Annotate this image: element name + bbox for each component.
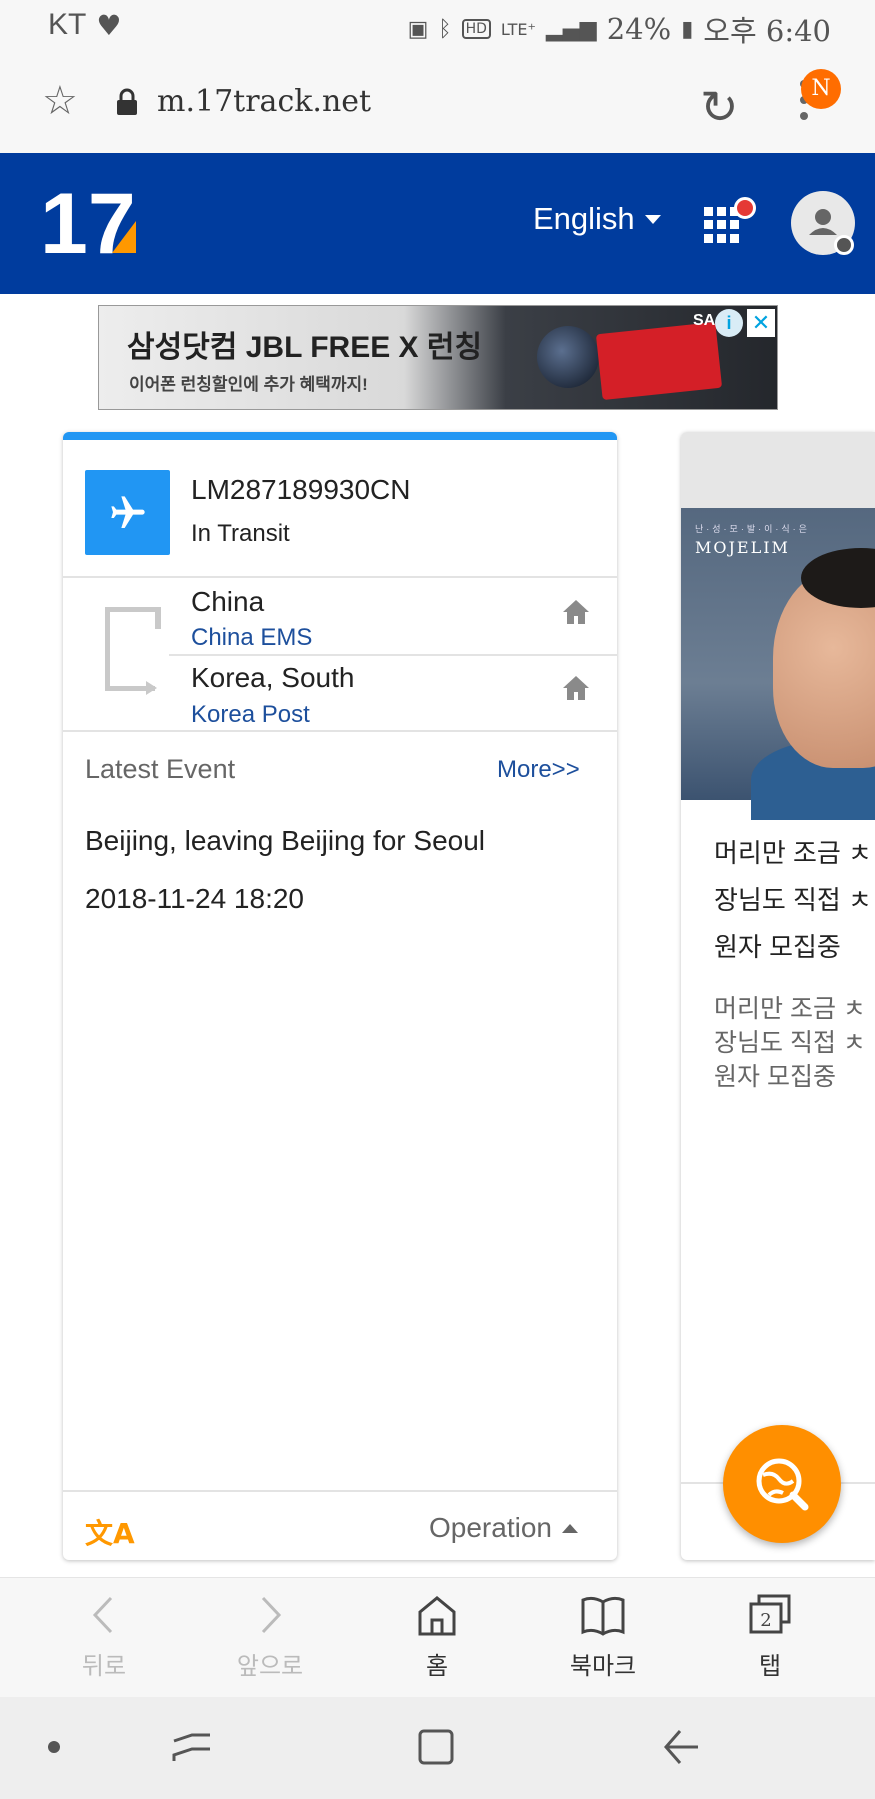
back-label: 뒤로: [81, 1653, 127, 1680]
side-ad-card[interactable]: 난·성·모·발·이·식·은 MOJELIM 머리만 조금 ㅊ 장님도 직접 ㅊ …: [681, 432, 875, 1560]
bluetooth-icon: ᛒ: [438, 16, 452, 42]
side-ad-topbar: [681, 432, 875, 508]
home-square-icon[interactable]: [414, 1725, 458, 1769]
tracking-status: In Transit: [191, 520, 290, 547]
ad-card-image: [595, 321, 723, 401]
back-button[interactable]: 뒤로: [44, 1590, 164, 1681]
operation-label: Operation: [429, 1512, 552, 1543]
chevron-left-icon: [92, 1596, 113, 1634]
earbud-image: [537, 326, 599, 388]
divider: [169, 654, 617, 656]
card-footer: 文A Operation: [63, 1490, 617, 1568]
side-ad-title: 머리만 조금 ㅊ 장님도 직접 ㅊ 원자 모집중: [714, 838, 872, 962]
browser-url-bar: ☆ m.17track.net ↻ N: [0, 52, 875, 153]
reload-icon[interactable]: ↻: [700, 80, 739, 134]
more-link[interactable]: More>>: [497, 756, 580, 784]
battery-percent: 24%: [606, 12, 672, 46]
side-ad-image: 난·성·모·발·이·식·은 MOJELIM: [681, 508, 875, 820]
carrier-label: KT: [48, 8, 87, 41]
side-ad-brand-small: 난·성·모·발·이·식·은: [695, 524, 810, 534]
search-globe-icon: [756, 1458, 809, 1511]
ad-banner[interactable]: 삼성닷컴 JBL FREE X 런칭 이어폰 런칭할인에 추가 혜택까지! SA…: [98, 305, 778, 410]
divider: [63, 730, 617, 732]
event-time: 2018-11-24 18:20: [85, 883, 304, 914]
divider: [63, 576, 617, 578]
side-ad-description: 머리만 조금 ㅊ 장님도 직접 ㅊ 원자 모집중: [714, 995, 866, 1091]
home-icon[interactable]: [561, 674, 591, 702]
home-label: 홈: [425, 1653, 449, 1680]
apps-notification-dot: [734, 197, 756, 219]
home-button[interactable]: 홈: [377, 1590, 497, 1681]
browser-bottom-nav: 뒤로 앞으로 홈 북마크 2 탭: [0, 1577, 875, 1697]
tabs-icon: 2: [749, 1594, 791, 1634]
forward-button[interactable]: 앞으로: [210, 1590, 330, 1681]
forward-label: 앞으로: [236, 1653, 304, 1680]
site-header: 17 English: [0, 153, 875, 294]
ad-info-icon[interactable]: i: [715, 309, 743, 337]
ad-subline: 이어폰 런칭할인에 추가 혜택까지!: [129, 375, 368, 394]
event-description: Beijing, leaving Beijing for Seoul: [85, 825, 486, 856]
home-icon[interactable]: [561, 598, 591, 626]
home-icon: [418, 1596, 456, 1636]
destination-carrier[interactable]: Korea Post: [191, 701, 310, 729]
url-address[interactable]: m.17track.net: [157, 84, 371, 119]
dot-icon: [48, 1741, 60, 1753]
tabs-label: 탭: [758, 1653, 782, 1680]
system-nav-bar: [0, 1697, 875, 1799]
battery-icon: ▮: [681, 16, 694, 42]
language-label: English: [533, 201, 635, 236]
back-arrow-icon[interactable]: [660, 1725, 704, 1769]
airplane-icon: [85, 470, 170, 555]
ad-headline: 삼성닷컴 JBL FREE X 런칭: [127, 331, 483, 364]
17track-logo[interactable]: 17: [40, 183, 150, 263]
route-bracket-icon: [105, 607, 161, 695]
latest-event-label: Latest Event: [85, 754, 236, 784]
notification-badge[interactable]: N: [801, 69, 841, 109]
destination-country: Korea, South: [191, 662, 355, 693]
tab-count: 2: [760, 1610, 771, 1631]
bookmarks-label: 북마크: [569, 1653, 637, 1680]
clock: 오후 6:40: [703, 14, 831, 48]
language-selector[interactable]: English: [533, 201, 661, 237]
origin-country: China: [191, 586, 265, 617]
side-ad-brand: MOJELIM: [695, 538, 790, 557]
operation-button[interactable]: Operation: [429, 1512, 578, 1544]
chevron-right-icon: [261, 1596, 282, 1634]
recent-apps-icon[interactable]: [170, 1725, 214, 1769]
avatar-status-dot: [834, 235, 854, 255]
lte-icon: LTE⁺: [500, 19, 536, 39]
tracking-number[interactable]: LM287189930CN: [191, 474, 411, 506]
bookmarks-button[interactable]: 북마크: [543, 1590, 663, 1681]
tracking-card: LM287189930CN In Transit China China EMS…: [63, 432, 617, 1560]
chevron-up-icon: [561, 1523, 578, 1533]
signal-icon: ▂▄▆: [545, 16, 597, 42]
book-icon: [581, 1596, 625, 1636]
origin-carrier[interactable]: China EMS: [191, 624, 312, 652]
ad-close-icon[interactable]: ✕: [747, 309, 775, 337]
hd-icon: HD: [461, 19, 491, 39]
search-fab-button[interactable]: [723, 1425, 841, 1543]
ad-brand: SA: [693, 312, 716, 329]
lock-icon: [117, 88, 137, 115]
bookmark-star-icon[interactable]: ☆: [42, 78, 78, 124]
heart-icon: ♥: [96, 8, 122, 42]
status-bar: KT ♥ ▣ ᛒ HD LTE⁺ ▂▄▆ 24% ▮ 오후 6:40: [0, 0, 875, 52]
translate-icon[interactable]: 文A: [85, 1512, 135, 1552]
battery-saver-icon: ▣: [407, 16, 429, 42]
tabs-button[interactable]: 2 탭: [710, 1590, 830, 1681]
chevron-down-icon: [644, 214, 661, 224]
